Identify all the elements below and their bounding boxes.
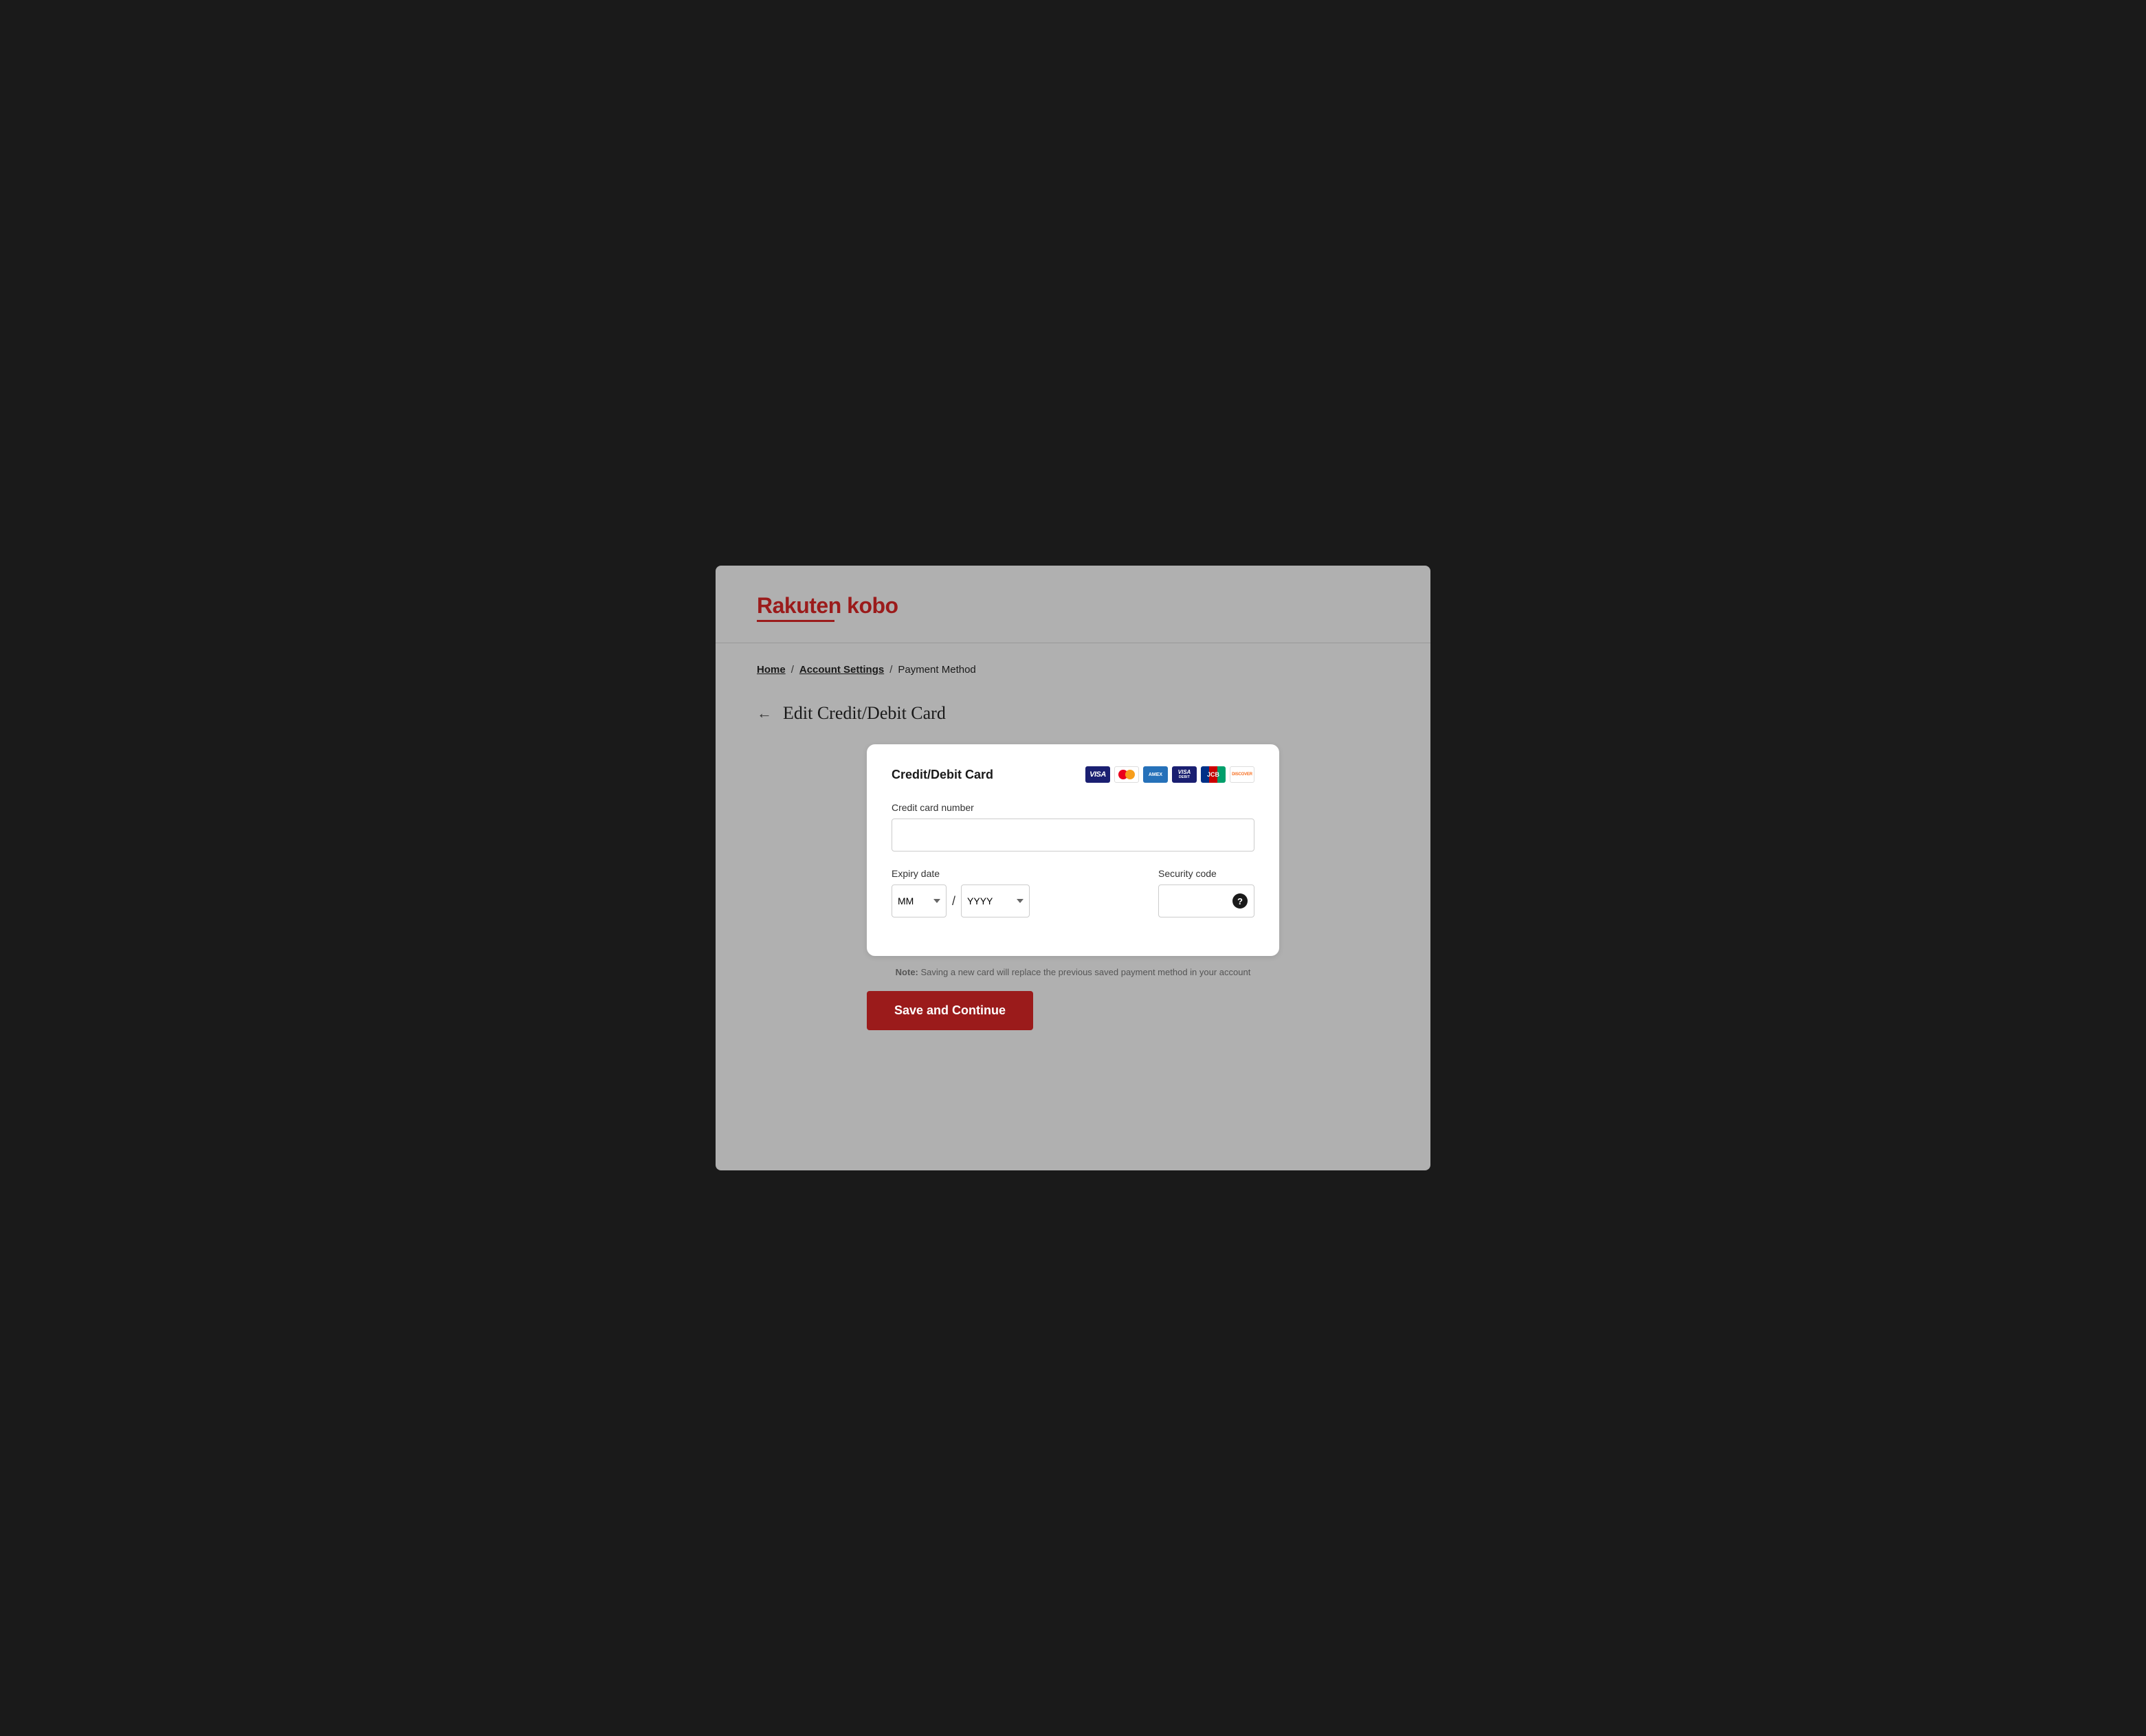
expiry-slash: / [952,894,955,909]
card-form-container: Credit/Debit Card VISA AMEX VISA [867,744,1279,956]
back-arrow-icon[interactable]: ← [757,704,772,722]
save-button-wrapper: Save and Continue [867,991,1279,1030]
credit-card-number-label: Credit card number [892,802,1254,813]
logo-underline [757,620,834,622]
credit-card-number-group: Credit card number [892,802,1254,852]
save-and-continue-button[interactable]: Save and Continue [867,991,1033,1030]
logo: Rakuten kobo [757,593,898,622]
security-input-wrapper: ? [1158,884,1254,917]
security-code-group: Security code ? [1158,868,1254,917]
logo-container: Rakuten kobo [757,593,1389,622]
amex-icon: AMEX [1143,766,1168,783]
page-title-row: ← Edit Credit/Debit Card [757,703,1389,724]
expiry-date-group: Expiry date MM 01020304 05060708 0910111… [892,868,1138,917]
expiry-security-row: Expiry date MM 01020304 05060708 0910111… [892,868,1254,934]
security-code-label: Security code [1158,868,1254,879]
note-text: Note: Saving a new card will replace the… [867,967,1279,977]
page-title: Edit Credit/Debit Card [783,703,946,724]
breadcrumb-current: Payment Method [898,664,975,676]
note-prefix: Note: [896,967,918,977]
breadcrumb-home[interactable]: Home [757,664,786,676]
security-help-icon[interactable]: ? [1232,893,1248,909]
card-form-header: Credit/Debit Card VISA AMEX VISA [892,766,1254,783]
expiry-month-select[interactable]: MM 01020304 05060708 09101112 [892,884,947,917]
discover-icon: DISCOVER [1230,766,1254,783]
breadcrumb-sep-2: / [889,664,892,676]
mastercard-icon [1114,766,1139,783]
breadcrumb-sep-1: / [791,664,794,676]
expiry-inputs: MM 01020304 05060708 09101112 / YYYY 202… [892,884,1138,917]
visa-debit-icon: VISA DEBIT [1172,766,1197,783]
jcb-icon: JCB [1201,766,1226,783]
payment-icons: VISA AMEX VISA DEBIT JCB [1085,766,1254,783]
card-form-title: Credit/Debit Card [892,768,993,782]
note-body: Saving a new card will replace the previ… [921,967,1251,977]
main-container: Rakuten kobo Home / Account Settings / P… [716,566,1430,1170]
expiry-year-select[interactable]: YYYY 2024202520262027 2028202920302031 2… [961,884,1030,917]
breadcrumb: Home / Account Settings / Payment Method [757,664,1389,676]
credit-card-number-input[interactable] [892,819,1254,852]
breadcrumb-account-settings[interactable]: Account Settings [799,664,884,676]
visa-icon: VISA [1085,766,1110,783]
expiry-date-label: Expiry date [892,868,1138,879]
logo-text: Rakuten kobo [757,593,898,618]
